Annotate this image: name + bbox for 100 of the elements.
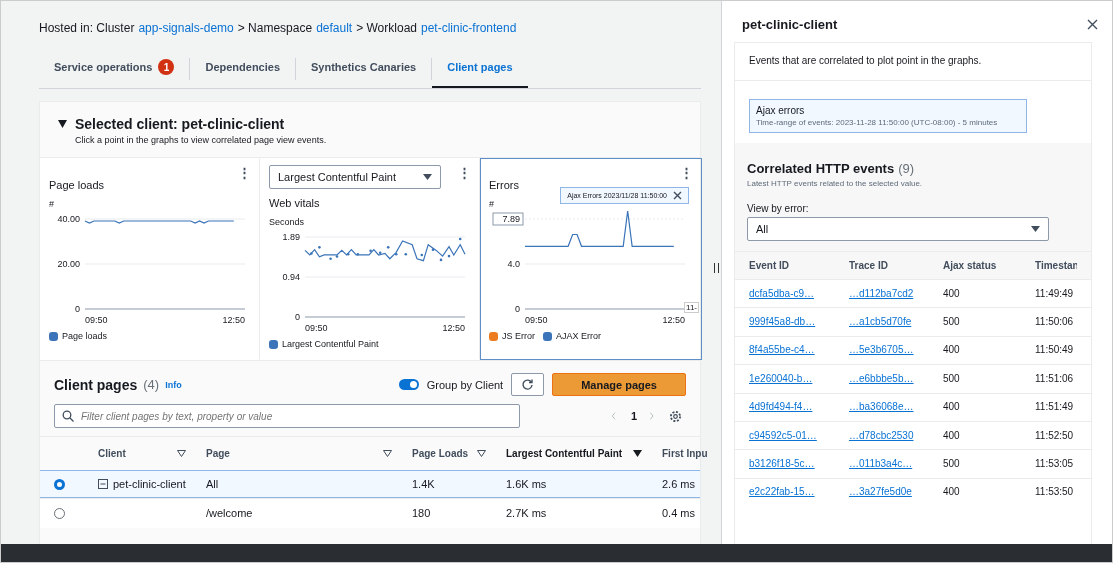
legend-label: JS Error: [502, 331, 535, 341]
more-icon[interactable]: ⋮: [680, 165, 693, 180]
caret-icon: [1031, 226, 1040, 232]
info-link[interactable]: Info: [165, 379, 182, 390]
chart-title: Web vitals: [269, 197, 321, 209]
trace-id-link[interactable]: …3a27fe5d0e: [849, 486, 912, 498]
row-radio[interactable]: [54, 507, 65, 519]
x-tick-label: 09:50: [305, 323, 328, 333]
section-subtitle: Click a point in the graphs to view correlated page view events.: [74, 135, 328, 145]
event-id-link[interactable]: 1e260040-b…: [749, 372, 813, 384]
column-header[interactable]: Page Loads: [402, 437, 496, 469]
search-field[interactable]: Filter client pages by text, property or value: [54, 404, 520, 428]
table-cell: 2.6 ms: [662, 478, 695, 490]
column-header[interactable]: Client: [88, 437, 196, 469]
y-tick-label: 7.89: [492, 212, 524, 226]
table-cell: 11:49:49: [1035, 287, 1074, 299]
table-cell: pet-clinic-client: [113, 478, 186, 490]
settings-icon: [669, 409, 682, 423]
trace-id-link[interactable]: …d78cbc2530: [849, 429, 914, 441]
tab[interactable]: Dependencies: [190, 49, 296, 88]
chart-panel[interactable]: ⋮ Page loads # 40.00 20.00 0 09:50 12:50 Page loads: [40, 158, 260, 360]
trace-id-link[interactable]: …d112ba7cd2: [849, 287, 914, 299]
x-tick-label: 12:50: [442, 323, 465, 333]
y-tick-label: 20.00: [57, 259, 80, 269]
line-chart-drawing[interactable]: [304, 237, 466, 262]
toggle-switch[interactable]: [398, 379, 419, 390]
column-header[interactable]: Page: [196, 437, 402, 469]
event-id-link[interactable]: 8f4a55be-c4…: [749, 344, 815, 356]
breadcrumb-text: Hosted in: Cluster: [39, 21, 135, 35]
trace-id-link[interactable]: …5e3b6705…: [849, 344, 914, 356]
table-cell: 11:53:50: [1035, 486, 1074, 498]
table-cell: 400: [943, 344, 960, 356]
event-id-link[interactable]: dcfa5dba-c9…: [749, 287, 815, 299]
x-tick-label: 09:50: [525, 315, 548, 325]
error-filter-select[interactable]: All: [747, 217, 1049, 241]
filter-icon: [477, 449, 486, 457]
search-icon: [62, 410, 74, 422]
table-row[interactable]: /welcome 180 2.7K ms 0.4 ms: [40, 498, 700, 528]
column-header[interactable]: Event ID: [735, 252, 835, 278]
column-header[interactable]: Ajax status: [929, 252, 1021, 278]
table-cell: 500: [943, 316, 960, 328]
refresh-button[interactable]: [511, 373, 545, 396]
drawer-description: Events that are correlated to plot point in the graphs.: [749, 55, 982, 66]
table-cell: 0.4 ms: [662, 507, 695, 519]
legend-label: Page loads: [62, 331, 108, 341]
item-count: (4): [143, 377, 160, 392]
x-tick-label: 12:50: [222, 315, 245, 325]
event-id-link[interactable]: b3126f18-5c…: [749, 458, 815, 470]
chart-title: Page loads: [49, 179, 106, 191]
namespace-link[interactable]: default: [316, 21, 353, 35]
chart-panel[interactable]: Largest Contentful Paint ⋮ Web vitals Seconds 1.89 0.94 0 09:50 12:50 Largest Contentful Paint: [260, 158, 480, 360]
table-cell: 400: [943, 401, 960, 413]
event-id-link[interactable]: c94592c5-01…: [749, 429, 817, 441]
more-icon[interactable]: ⋮: [238, 165, 251, 180]
table-cell: 400: [943, 429, 960, 441]
manage-pages-button[interactable]: Manage pages: [552, 373, 686, 396]
refresh-icon: [521, 378, 535, 391]
table-cell: 180: [412, 507, 431, 519]
cluster-link[interactable]: app-signals-demo: [138, 21, 234, 35]
breadcrumb-text: > Workload: [356, 21, 417, 35]
legend-label: Largest Contentful Paint: [282, 339, 379, 349]
y-tick-label: 1.89: [282, 232, 300, 242]
selection-title: Ajax errors: [756, 105, 806, 116]
line-chart-drawing[interactable]: [524, 211, 675, 247]
count-badge: 1: [158, 59, 175, 75]
more-icon[interactable]: ⋮: [458, 165, 471, 180]
y-tick-label: 0.94: [282, 272, 300, 282]
line-chart-drawing[interactable]: [84, 220, 235, 224]
table-cell: 2.7K ms: [506, 507, 547, 519]
tab[interactable]: Client pages: [432, 49, 528, 88]
table-cell: 11:52:50: [1035, 429, 1074, 441]
row-radio[interactable]: [54, 478, 65, 490]
filter-label: View by error:: [747, 203, 810, 214]
tab[interactable]: Synthetics Canaries: [296, 49, 432, 88]
close-icon[interactable]: [1087, 19, 1098, 30]
axis-unit: #: [489, 199, 495, 209]
item-count: (9): [898, 161, 915, 176]
table-cell: All: [206, 478, 219, 490]
trace-id-link[interactable]: …011b3a4c…: [849, 458, 913, 470]
axis-unit: #: [49, 199, 55, 209]
resize-handle[interactable]: [714, 263, 719, 273]
trace-id-link[interactable]: …ba36068e…: [849, 401, 914, 413]
section-subtitle: Latest HTTP events related to the selected value.: [747, 179, 924, 188]
tab[interactable]: Service operations 1: [39, 49, 190, 88]
table-cell: /welcome: [206, 507, 253, 519]
y-tick-label: 4.0: [507, 259, 520, 269]
page-number[interactable]: 1: [630, 410, 637, 422]
legend-label: AJAX Error: [556, 331, 602, 341]
column-header[interactable]: Largest Contentful Paint: [496, 437, 652, 469]
trace-id-link[interactable]: …a1cb5d70fe: [849, 316, 912, 328]
event-id-link[interactable]: 999f45a8-db…: [749, 316, 816, 328]
event-id-link[interactable]: e2c22fab-15…: [749, 486, 815, 498]
y-tick-label: 40.00: [57, 214, 80, 224]
column-header[interactable]: First Inpu: [652, 437, 712, 469]
trace-id-link[interactable]: …e6bbbe5b…: [849, 372, 914, 384]
column-header[interactable]: Trace ID: [835, 252, 929, 278]
event-id-link[interactable]: 4d9fd494-f4…: [749, 401, 813, 413]
metric-select[interactable]: Largest Contentful Paint: [269, 165, 441, 189]
workload-link[interactable]: pet-clinic-frontend: [421, 21, 517, 35]
table-row[interactable]: pet-clinic-client All 1.4K 1.6K ms 2.6 ms: [40, 470, 700, 498]
